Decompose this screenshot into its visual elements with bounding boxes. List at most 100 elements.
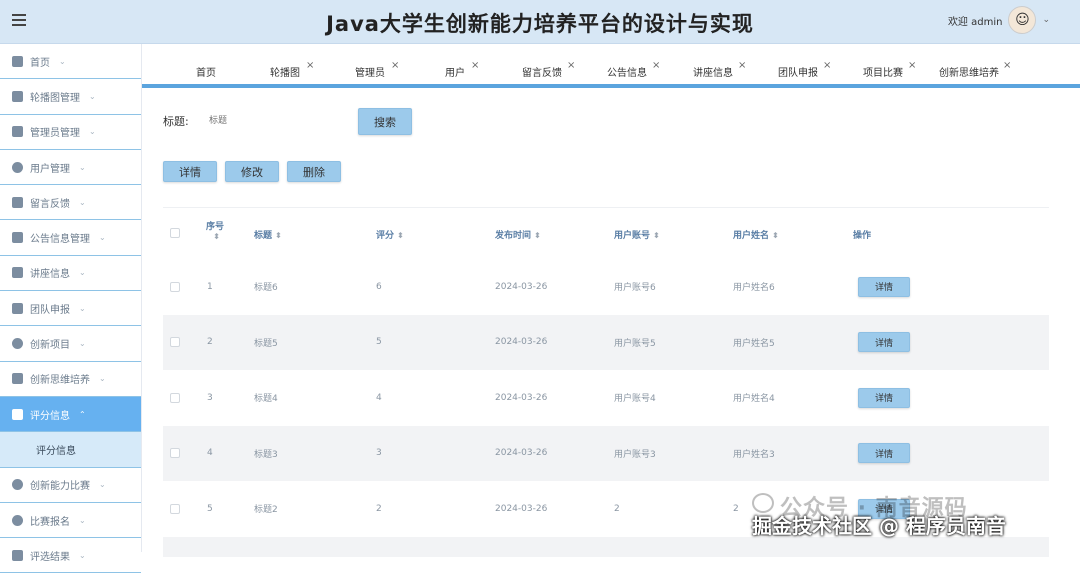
sidebar-item-feedback[interactable]: 留言反馈 ⌄ bbox=[0, 185, 141, 221]
cell-score: 5 bbox=[376, 337, 382, 348]
table-row-partial bbox=[163, 536, 1049, 557]
row-detail-button[interactable]: 详情 bbox=[858, 332, 910, 353]
cell-score: 2 bbox=[376, 503, 382, 514]
cell-time: 2024-03-26 bbox=[495, 448, 548, 459]
close-icon[interactable]: × bbox=[1003, 60, 1011, 71]
delete-button[interactable]: 删除 bbox=[287, 161, 341, 182]
home-icon bbox=[12, 55, 23, 67]
tab-feedback[interactable]: 留言反馈 × bbox=[522, 60, 575, 79]
row-detail-button[interactable]: 详情 bbox=[858, 276, 910, 297]
col-header-score[interactable]: 评分 ⬍ bbox=[376, 228, 404, 241]
close-icon[interactable]: × bbox=[823, 60, 831, 71]
carousel-icon bbox=[12, 90, 23, 102]
table-row: 3 标题4 4 2024-03-26 用户账号4 用户姓名4 详情 bbox=[163, 370, 1049, 426]
row-checkbox[interactable] bbox=[170, 392, 180, 403]
search-label: 标题: bbox=[163, 115, 189, 128]
row-checkbox[interactable] bbox=[170, 337, 180, 348]
project-icon bbox=[12, 338, 23, 350]
col-header-title[interactable]: 标题 ⬍ bbox=[254, 228, 282, 241]
sidebar-item-score[interactable]: 评分信息 ⌃ bbox=[0, 396, 141, 433]
tab-project-compete[interactable]: 项目比赛 × bbox=[863, 60, 916, 79]
sidebar: 首页 ⌄ 轮播图管理 ⌄ 管理员管理 ⌄ 用户管理 ⌄ 留言反馈 ⌄ 公告信息管理 ⌄ 讲座… bbox=[0, 44, 142, 573]
tab-admin[interactable]: 管理员 × bbox=[355, 60, 399, 79]
row-detail-button[interactable]: 详情 bbox=[858, 443, 910, 464]
cell-title: 标题6 bbox=[254, 283, 278, 294]
cell-account: 用户账号5 bbox=[614, 338, 656, 349]
tab-carousel[interactable]: 轮播图 × bbox=[270, 60, 314, 79]
drop-icon bbox=[12, 514, 23, 526]
close-icon[interactable]: × bbox=[908, 60, 916, 71]
top-header: Java大学生创新能力培养平台的设计与实现 欢迎 admin ☺ ⌄ bbox=[0, 0, 1080, 44]
col-header-no[interactable]: 序号 ⬍ bbox=[206, 219, 224, 242]
sidebar-item-admin[interactable]: 管理员管理 ⌄ bbox=[0, 114, 141, 150]
tab-users[interactable]: 用户 × bbox=[445, 60, 479, 79]
edit-button[interactable]: 修改 bbox=[225, 161, 279, 182]
row-checkbox[interactable] bbox=[170, 503, 180, 514]
row-checkbox[interactable] bbox=[170, 281, 180, 292]
search-button[interactable]: 搜索 bbox=[358, 108, 412, 135]
cell-account: 用户账号3 bbox=[614, 449, 656, 460]
table-row: 1 标题6 6 2024-03-26 用户账号6 用户姓名6 详情 bbox=[163, 259, 1049, 315]
sidebar-item-thinking[interactable]: 创新思维培养 ⌄ bbox=[0, 361, 141, 397]
cell-time: 2024-03-26 bbox=[495, 503, 548, 514]
cell-no: 2 bbox=[207, 337, 213, 348]
cell-score: 4 bbox=[376, 392, 382, 403]
cell-time: 2024-03-26 bbox=[495, 337, 548, 348]
cell-name: 用户姓名5 bbox=[733, 338, 775, 349]
watermark-line2: 掘金技术社区 @ 程序员南音 bbox=[752, 514, 1006, 538]
chevron-down-icon[interactable]: ⌄ bbox=[1042, 15, 1050, 25]
row-detail-button[interactable]: 详情 bbox=[858, 387, 910, 408]
tab-bar: 首页 轮播图 × 管理员 × 用户 × 留言反馈 × 公告信息 × 讲座信息 × 团队申报 ×… bbox=[142, 44, 1080, 88]
result-icon bbox=[12, 549, 23, 561]
cell-account: 用户账号6 bbox=[614, 283, 656, 294]
tab-lecture[interactable]: 讲座信息 × bbox=[693, 60, 746, 79]
message-icon bbox=[12, 196, 23, 208]
user-menu[interactable]: 欢迎 admin ☺ ⌄ bbox=[948, 6, 1050, 34]
col-header-action: 操作 bbox=[853, 231, 872, 241]
cell-title: 标题2 bbox=[254, 505, 278, 516]
sidebar-item-lecture[interactable]: 讲座信息 ⌄ bbox=[0, 255, 141, 292]
sidebar-item-result[interactable]: 评选结果 ⌄ bbox=[0, 538, 141, 573]
col-header-time[interactable]: 发布时间 ⬍ bbox=[495, 228, 541, 241]
row-checkbox[interactable] bbox=[170, 448, 180, 459]
sidebar-item-home[interactable]: 首页 ⌄ bbox=[0, 44, 141, 80]
close-icon[interactable]: × bbox=[567, 60, 575, 71]
search-input[interactable] bbox=[208, 108, 348, 134]
col-header-name[interactable]: 用户姓名 ⬍ bbox=[733, 228, 779, 241]
cell-title: 标题4 bbox=[254, 394, 278, 405]
tab-thinking[interactable]: 创新思维培养 × bbox=[939, 60, 1011, 79]
tab-notice[interactable]: 公告信息 × bbox=[607, 60, 660, 79]
sidebar-item-project[interactable]: 创新项目 ⌄ bbox=[0, 326, 141, 362]
close-icon[interactable]: × bbox=[471, 60, 479, 71]
cell-no: 3 bbox=[207, 392, 213, 403]
notice-icon bbox=[12, 232, 23, 244]
sidebar-item-users[interactable]: 用户管理 ⌄ bbox=[0, 149, 141, 186]
table-header: 序号 ⬍ 标题 ⬍ 评分 ⬍ 发布时间 ⬍ 用户账号 ⬍ 用户姓名 ⬍ 操作 bbox=[163, 207, 1049, 259]
cell-account: 2 bbox=[614, 503, 620, 514]
cell-time: 2024-03-26 bbox=[495, 392, 548, 403]
cell-no: 1 bbox=[207, 281, 213, 292]
avatar[interactable]: ☺ bbox=[1008, 6, 1037, 34]
close-icon[interactable]: × bbox=[306, 60, 314, 71]
sidebar-item-compete[interactable]: 创新能力比赛 ⌄ bbox=[0, 467, 141, 503]
detail-button[interactable]: 详情 bbox=[163, 161, 217, 182]
tab-team[interactable]: 团队申报 × bbox=[778, 60, 831, 79]
col-header-account[interactable]: 用户账号 ⬍ bbox=[614, 228, 660, 241]
close-icon[interactable]: × bbox=[652, 60, 660, 71]
sidebar-item-carousel[interactable]: 轮播图管理 ⌄ bbox=[0, 79, 141, 115]
compete-icon bbox=[12, 479, 23, 491]
team-icon bbox=[12, 302, 23, 314]
sidebar-item-signup[interactable]: 比赛报名 ⌄ bbox=[0, 502, 141, 539]
cell-account: 用户账号4 bbox=[614, 394, 656, 405]
sidebar-item-notice[interactable]: 公告信息管理 ⌄ bbox=[0, 220, 141, 256]
cell-name: 用户姓名6 bbox=[733, 283, 775, 294]
sidebar-subitem-score[interactable]: 评分信息 bbox=[0, 432, 141, 468]
cell-name: 用户姓名3 bbox=[733, 449, 775, 460]
close-icon[interactable]: × bbox=[738, 60, 746, 71]
table-row: 2 标题5 5 2024-03-26 用户账号5 用户姓名5 详情 bbox=[163, 314, 1049, 370]
close-icon[interactable]: × bbox=[391, 60, 399, 71]
sidebar-item-team[interactable]: 团队申报 ⌄ bbox=[0, 291, 141, 327]
select-all-checkbox[interactable] bbox=[170, 228, 180, 238]
tab-home[interactable]: 首页 bbox=[196, 64, 216, 79]
page-title: Java大学生创新能力培养平台的设计与实现 bbox=[326, 12, 754, 36]
